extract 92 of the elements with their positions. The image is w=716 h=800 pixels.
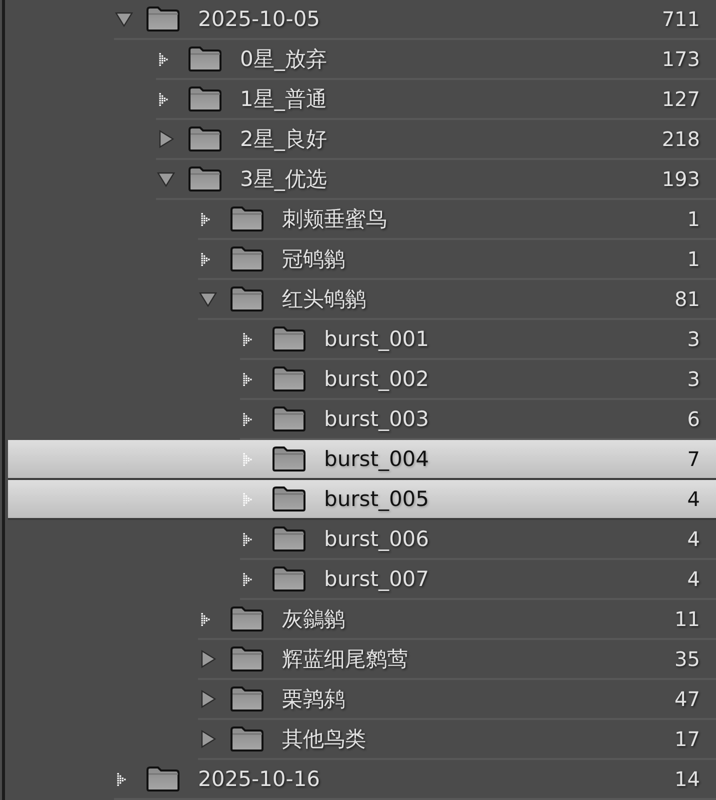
folder-name: burst_006 (324, 527, 430, 551)
no-subfolder-icon (243, 532, 252, 546)
photo-count: 1 (687, 247, 700, 271)
folder-icon (272, 566, 306, 592)
folder-name: burst_002 (324, 367, 430, 391)
folder-icon (272, 326, 306, 352)
folder-row[interactable]: 红头鸲鹟 81 (8, 280, 716, 320)
photo-count: 3 (687, 367, 700, 391)
photo-count: 1 (687, 207, 700, 231)
folder-name: 刺颊垂蜜鸟 (282, 206, 387, 233)
folder-name: burst_001 (324, 327, 430, 351)
folder-icon (272, 486, 306, 512)
folder-name: 辉蓝细尾鹩莺 (282, 646, 408, 673)
folder-row[interactable]: 其他鸟类 17 (8, 720, 716, 760)
no-subfolder-icon (201, 612, 210, 626)
folder-icon (230, 686, 264, 712)
folder-name: 红头鸲鹟 (282, 286, 366, 313)
folder-row[interactable]: 2025-10-16 14 (8, 760, 716, 800)
folder-row[interactable]: 3星_优选 193 (8, 160, 716, 200)
folder-row[interactable]: burst_001 3 (8, 320, 716, 360)
photo-count: 4 (687, 567, 700, 591)
no-subfolder-icon (201, 252, 210, 266)
photo-count: 6 (687, 407, 700, 431)
folder-icon (272, 406, 306, 432)
no-subfolder-icon (243, 572, 252, 586)
folder-name: burst_004 (324, 447, 430, 471)
folder-row[interactable]: 0星_放弃 173 (8, 40, 716, 80)
folder-icon (230, 726, 264, 752)
folder-row[interactable]: 栗鹑鸫 47 (8, 680, 716, 720)
folder-name: burst_007 (324, 567, 430, 591)
folder-row[interactable]: 2星_良好 218 (8, 120, 716, 160)
folder-row[interactable]: 1星_普通 127 (8, 80, 716, 120)
folder-row[interactable]: 2025-10-05 711 (8, 0, 716, 40)
no-subfolder-icon (243, 492, 252, 506)
folder-row[interactable]: 辉蓝细尾鹩莺 35 (8, 640, 716, 680)
folder-name: 2星_良好 (240, 126, 327, 153)
no-subfolder-icon (159, 52, 168, 66)
folder-row[interactable]: burst_002 3 (8, 360, 716, 400)
no-subfolder-icon (243, 412, 252, 426)
folder-name: 3星_优选 (240, 166, 327, 193)
no-subfolder-icon (243, 372, 252, 386)
folder-row[interactable]: burst_005 4 (8, 480, 716, 520)
photo-count: 81 (674, 287, 700, 311)
folder-name: 0星_放弃 (240, 46, 327, 73)
photo-count: 3 (687, 327, 700, 351)
no-subfolder-icon (159, 92, 168, 106)
folder-icon (188, 46, 222, 72)
folder-icon (188, 166, 222, 192)
folder-icon (146, 6, 180, 32)
photo-count: 17 (674, 727, 700, 751)
folder-icon (272, 366, 306, 392)
folder-icon (188, 86, 222, 112)
photo-count: 4 (687, 487, 700, 511)
folder-row[interactable]: 冠鸲鹟 1 (8, 240, 716, 280)
folder-row[interactable]: 刺颊垂蜜鸟 1 (8, 200, 716, 240)
folder-row[interactable]: burst_006 4 (8, 520, 716, 560)
folder-icon (230, 206, 264, 232)
photo-count: 173 (662, 47, 700, 71)
no-subfolder-icon (117, 772, 126, 786)
photo-count: 4 (687, 527, 700, 551)
folder-icon (230, 606, 264, 632)
folder-name: 冠鸲鹟 (282, 246, 345, 273)
folder-icon (188, 126, 222, 152)
folder-name: 1星_普通 (240, 86, 327, 113)
photo-count: 47 (674, 687, 700, 711)
folder-name: 2025-10-05 (198, 7, 320, 31)
photo-count: 127 (662, 87, 700, 111)
folder-icon (230, 246, 264, 272)
photo-count: 711 (662, 7, 700, 31)
photo-count: 218 (662, 127, 700, 151)
folder-name: 栗鹑鸫 (282, 686, 345, 713)
folder-icon (146, 766, 180, 792)
photo-count: 193 (662, 167, 700, 191)
folder-name: burst_003 (324, 407, 430, 431)
folder-row[interactable]: 灰鶲鹟 11 (8, 600, 716, 640)
folder-icon (230, 286, 264, 312)
folder-icon (230, 646, 264, 672)
folder-name: burst_005 (324, 487, 430, 511)
folder-row[interactable]: burst_004 7 (8, 440, 716, 480)
photo-count: 14 (674, 767, 700, 791)
folder-name: 灰鶲鹟 (282, 606, 345, 633)
photo-count: 11 (674, 607, 700, 631)
no-subfolder-icon (243, 452, 252, 466)
folder-name: 2025-10-16 (198, 767, 320, 791)
folder-name: 其他鸟类 (282, 726, 366, 753)
no-subfolder-icon (201, 212, 210, 226)
folder-icon (272, 446, 306, 472)
photo-count: 7 (687, 447, 700, 471)
folder-row[interactable]: burst_007 4 (8, 560, 716, 600)
photo-count: 35 (674, 647, 700, 671)
folder-icon (272, 526, 306, 552)
no-subfolder-icon (243, 332, 252, 346)
